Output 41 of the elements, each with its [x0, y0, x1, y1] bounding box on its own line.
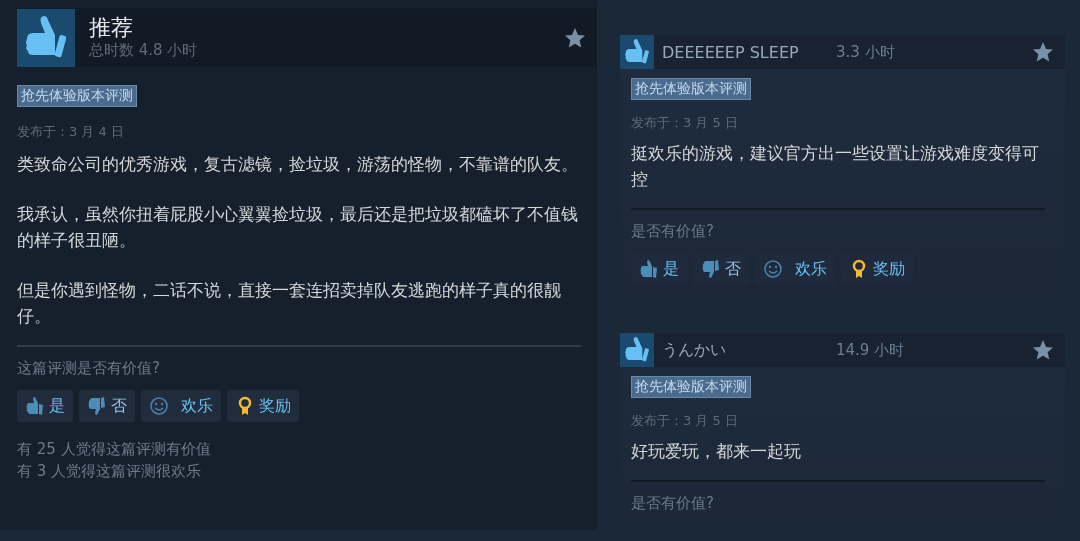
review-text: 我承认，虽然你扭着屁股小心翼翼捡垃圾，最后还是把垃圾都磕坏了不值钱的样子很丑陋。 — [17, 203, 579, 252]
review-text: 但是你遇到怪物，二话不说，直接一套连招卖掉队友逃跑的样子真的很靓仔。 — [17, 279, 562, 328]
no-button[interactable]: 否 — [693, 253, 749, 285]
helpful-prompt: 是否有价值? — [631, 494, 715, 513]
posted-date: 发布于：3 月 5 日 — [631, 114, 739, 132]
smiley-icon — [763, 259, 783, 279]
review-verdict: 推荐 — [89, 15, 134, 41]
funny-button[interactable]: 欢乐 — [755, 253, 835, 285]
thumbs-down-icon — [87, 396, 107, 416]
thumbs-down-icon — [701, 259, 721, 279]
helpful-prompt: 是否有价值? — [631, 222, 715, 241]
review-text: 好玩爱玩，都来一起玩 — [631, 440, 802, 463]
author-name[interactable]: DEEEEEEP SLEEP — [662, 42, 836, 62]
thumbs-up-icon — [620, 333, 654, 367]
early-access-tag: 抢先体验版本评测 — [631, 376, 751, 398]
posted-date: 发布于：3 月 5 日 — [631, 412, 739, 430]
review-text: 类致命公司的优秀游戏，复古滤镜，捡垃圾，游荡的怪物，不靠谱的队友。 — [17, 153, 579, 176]
early-access-tag: 抢先体验版本评测 — [631, 78, 751, 100]
author-name[interactable]: うんかい — [662, 339, 836, 361]
award-button[interactable]: 奖励 — [227, 390, 299, 422]
thumbs-up-icon — [639, 259, 659, 279]
no-button[interactable]: 否 — [79, 390, 135, 422]
funny-button[interactable]: 欢乐 — [141, 390, 221, 422]
thumbs-up-icon — [25, 396, 45, 416]
thumbs-up-icon — [620, 35, 654, 69]
playtime: 14.9 小时 — [836, 340, 906, 360]
smiley-icon — [149, 396, 169, 416]
helpful-prompt: 这篇评测是否有价值? — [17, 359, 161, 378]
yes-button[interactable]: 是 — [17, 390, 73, 422]
playtime: 总时数 4.8 小时 — [89, 41, 199, 60]
yes-button[interactable]: 是 — [631, 253, 687, 285]
star-icon[interactable] — [1031, 40, 1055, 64]
vote-count: 有 25 人觉得这篇评测有价值 — [17, 439, 212, 460]
playtime: 3.3 小时 — [836, 42, 896, 62]
vote-count: 有 3 人觉得这篇评测很欢乐 — [17, 461, 203, 482]
award-button[interactable]: 奖励 — [841, 253, 913, 285]
star-icon[interactable] — [1031, 338, 1055, 362]
review-text: 挺欢乐的游戏，建议官方出一些设置让游戏难度变得可控 — [631, 142, 1040, 191]
early-access-tag: 抢先体验版本评测 — [17, 85, 137, 107]
posted-date: 发布于：3 月 4 日 — [17, 123, 125, 141]
thumbs-up-icon — [17, 8, 75, 67]
